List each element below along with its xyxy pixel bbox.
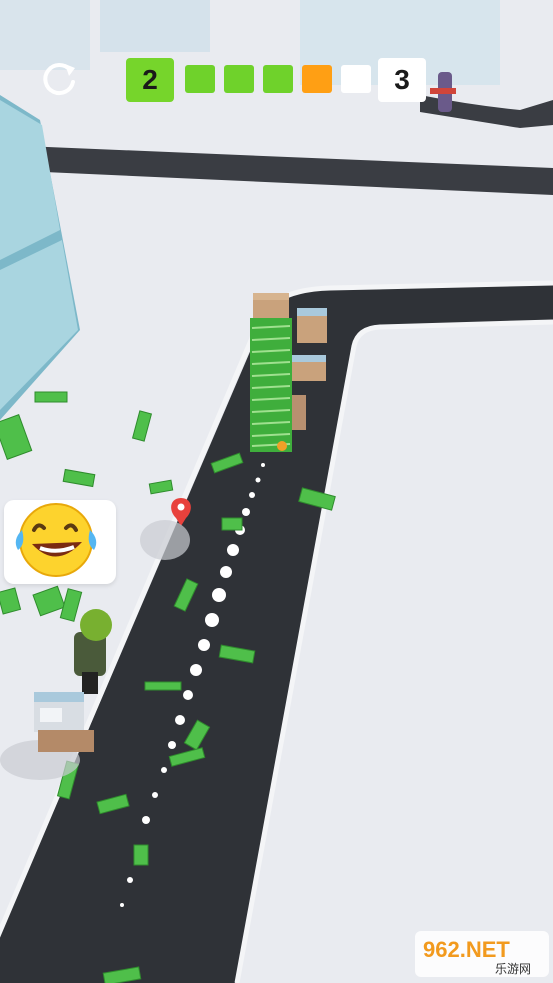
watermark-subtitle: 乐游网 [495,962,531,976]
next-level-badge: 3 [378,58,426,102]
progress-segment [341,65,371,93]
watermark-logo: 962.NET 乐游网 [415,931,549,977]
progress-segment [302,65,332,93]
watermark-brand: 962.NET [423,937,510,962]
progress-segment [185,65,215,93]
restart-icon [43,63,75,96]
emoji-bubble [4,500,116,584]
next-level-number: 3 [394,64,410,95]
progress-segment [263,65,293,93]
game-scene: 2 3 962.NET 乐游网 [0,0,553,983]
hud-bar: 2 3 [0,0,553,120]
progress-segment [224,65,254,93]
money-stack [250,318,292,452]
restart-button[interactable] [40,58,80,98]
current-level-number: 2 [142,64,158,95]
current-level-badge: 2 [126,58,174,102]
scene-background [0,0,553,983]
laughing-tears-emoji [15,503,97,577]
site-watermark: 962.NET 乐游网 [415,931,549,977]
